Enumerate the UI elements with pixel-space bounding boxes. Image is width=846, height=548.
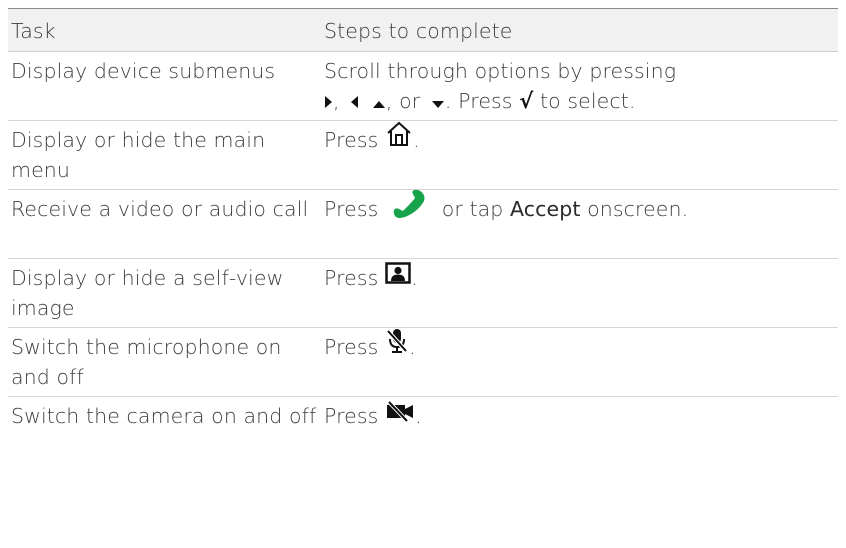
task-cell: Switch the camera on and off (11, 404, 317, 428)
home-icon (385, 120, 413, 156)
table-row: Switch the microphone on and off Press . (8, 328, 838, 397)
mic-mute-icon (385, 327, 409, 363)
header-task: Task (11, 19, 56, 43)
camera-mute-icon (385, 400, 415, 430)
steps-cell: Press or tap Accept onscreen. (324, 188, 838, 258)
task-cell: Switch the microphone on and off (11, 335, 282, 389)
check-icon: √ (519, 89, 534, 113)
steps-cell: Press . (324, 121, 838, 189)
task-cell: Display or hide the main menu (11, 128, 266, 182)
steps-line-2: , , or . Press √ to select. (324, 86, 838, 117)
task-cell: Display or hide a self-view image (11, 266, 284, 320)
table-row: Receive a video or audio call Press or t… (8, 188, 838, 259)
header-steps: Steps to complete (324, 19, 513, 43)
steps-cell: Press . (324, 328, 838, 396)
table-row: Display or hide the main menu Press . (8, 121, 838, 190)
table-row: Display device submenus Scroll through o… (8, 52, 838, 121)
arrow-up-icon (372, 87, 386, 117)
green-phone-icon (391, 188, 429, 226)
table-header-row: Task Steps to complete (8, 9, 838, 52)
task-cell: Receive a video or audio call (11, 197, 309, 221)
steps-cell: Press . (324, 397, 838, 465)
table-row: Switch the camera on and off Press . (8, 397, 838, 465)
selfview-icon (385, 262, 411, 292)
arrow-right-icon (324, 87, 333, 117)
steps-cell: Press . (324, 259, 838, 327)
table-row: Display or hide a self-view image Press … (8, 259, 838, 328)
arrow-down-icon (431, 87, 445, 117)
arrow-left-icon (350, 87, 359, 117)
steps-line-1: Scroll through options by pressing (324, 59, 677, 83)
steps-cell: Scroll through options by pressing , , o… (324, 52, 838, 120)
task-cell: Display device submenus (11, 59, 276, 83)
controls-table: Task Steps to complete Display device su… (8, 8, 838, 465)
